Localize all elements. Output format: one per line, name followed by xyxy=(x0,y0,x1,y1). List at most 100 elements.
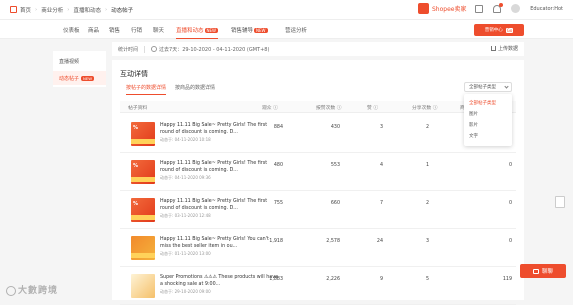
nav-tab-marketing[interactable]: 行销 xyxy=(131,26,142,34)
sale-sticker: % xyxy=(133,201,139,207)
column-header-likes-count[interactable]: 按赞次数 ⓘ xyxy=(316,104,342,111)
brand-logo[interactable]: Shopee卖家 xyxy=(418,3,466,14)
apps-icon[interactable] xyxy=(475,4,484,13)
dropdown-option-video[interactable]: 影片 xyxy=(464,119,512,130)
sidebar-item-feed-posts[interactable]: 动态帖子 NEW xyxy=(53,71,106,85)
post-type-dropdown: 全部帖子类型 图片 影片 文字 xyxy=(464,94,512,146)
nav-tab-sales[interactable]: 销售 xyxy=(109,26,120,34)
new-badge: NEW xyxy=(254,28,268,33)
promo-tag: Go xyxy=(505,27,514,33)
table-row[interactable]: % Happy 11.11 Big Sale~ Pretty Girls! Th… xyxy=(120,153,516,191)
cell-product-links: 0 xyxy=(508,163,512,168)
home-icon[interactable] xyxy=(10,6,17,13)
breadcrumb-level1[interactable]: 商业分析 xyxy=(41,6,63,14)
thumbnail-strip xyxy=(131,215,155,220)
cell-likes: 3 xyxy=(379,125,383,130)
cell-product-links: 0 xyxy=(508,239,512,244)
dropdown-option-all[interactable]: 全部帖子类型 xyxy=(464,97,512,108)
post-date: 动态于: 03-11-2020 12:48 xyxy=(160,213,211,218)
nav-tab-products[interactable]: 商品 xyxy=(88,26,99,34)
table-row[interactable]: Super Promotions ⚠⚠⚠ These products will… xyxy=(120,267,516,305)
cell-shares: 5 xyxy=(425,277,429,282)
time-filter-bar: 统计时间 过去7天：29-10-2020 - 04-11-2020 (GMT+8… xyxy=(112,42,524,56)
post-thumbnail[interactable] xyxy=(131,236,155,260)
cell-shares: 1 xyxy=(425,163,429,168)
column-header-viewers[interactable]: 观众 ⓘ xyxy=(262,104,278,111)
top-bar: 首页 › 商业分析 › 直播和动态 › 动态帖子 Shopee卖家 Educat… xyxy=(0,0,573,20)
cell-shares: 2 xyxy=(425,125,429,130)
notification-dot xyxy=(499,2,504,7)
time-label: 统计时间 xyxy=(118,46,139,53)
cell-likes-count: 2,578 xyxy=(326,239,340,244)
breadcrumb-separator: › xyxy=(35,6,38,13)
breadcrumb-level2[interactable]: 直播和动态 xyxy=(73,6,101,14)
thumbnail-strip xyxy=(131,253,155,258)
watermark-text: 大數跨境 xyxy=(18,286,59,296)
notification-bell-icon[interactable] xyxy=(493,2,504,13)
nav-tab-chat[interactable]: 聊天 xyxy=(153,26,164,34)
post-thumbnail[interactable]: % xyxy=(131,122,155,146)
cell-shares: 2 xyxy=(425,201,429,206)
breadcrumb-separator: › xyxy=(67,6,70,13)
post-thumbnail[interactable] xyxy=(131,274,155,298)
user-name[interactable]: Educator:Hot xyxy=(530,6,563,12)
post-date: 动态于: 04-11-2020 09:36 xyxy=(160,175,211,180)
table-row[interactable]: % Happy 11.11 Big Sale~ Pretty Girls! Th… xyxy=(120,191,516,229)
thumbnail-strip xyxy=(131,177,155,182)
chat-button[interactable]: 聊聊 xyxy=(520,264,566,278)
cell-product-links: 0 xyxy=(508,201,512,206)
marketing-center-button[interactable]: 营销中心 Go xyxy=(474,24,524,36)
download-icon xyxy=(490,46,496,51)
dropdown-option-text[interactable]: 文字 xyxy=(464,130,512,141)
sidebar-item-live-video[interactable]: 直播视频 xyxy=(53,54,106,68)
nav-tab-operations[interactable]: 营运分析 xyxy=(285,26,307,34)
column-header-shares[interactable]: 分享次数 ⓘ xyxy=(412,104,438,111)
nav-tab-dashboard[interactable]: 仪表板 xyxy=(63,26,80,34)
post-type-select[interactable]: 全部帖子类型 xyxy=(464,82,512,92)
cell-shares: 3 xyxy=(425,239,429,244)
cell-viewers: 1,918 xyxy=(269,239,283,244)
dropdown-option-image[interactable]: 图片 xyxy=(464,108,512,119)
new-badge: NEW xyxy=(204,28,218,33)
export-button[interactable]: 上传数据 xyxy=(490,45,518,52)
brand-name: Shopee卖家 xyxy=(432,6,467,13)
post-thumbnail[interactable]: % xyxy=(131,198,155,222)
sidebar: 直播视频 动态帖子 NEW xyxy=(53,51,106,87)
chat-bubble-icon xyxy=(532,268,539,274)
cell-viewers: 480 xyxy=(273,163,283,168)
cell-viewers: 1,883 xyxy=(269,277,283,282)
cell-viewers: 884 xyxy=(273,125,283,130)
cell-product-links: 119 xyxy=(502,277,512,282)
table-row[interactable]: % Happy 11.11 Big Sale~ Pretty Girls! Th… xyxy=(120,115,516,153)
table-row[interactable]: Happy 11.11 Big Sale~ Pretty Girls! You … xyxy=(120,229,516,267)
thumbnail-strip xyxy=(131,139,155,144)
breadcrumb: 首页 › 商业分析 › 直播和动态 › 动态帖子 xyxy=(20,6,133,14)
cell-viewers: 755 xyxy=(273,201,283,206)
page-title: 互动详情 xyxy=(120,70,148,78)
cell-likes: 24 xyxy=(376,239,383,244)
nav-tab-live-and-feed[interactable]: 直播和动态 NEW xyxy=(176,26,218,39)
export-label: 上传数据 xyxy=(497,46,518,52)
shopee-bag-icon xyxy=(418,3,429,14)
post-thumbnail[interactable]: % xyxy=(131,160,155,184)
date-range-picker[interactable]: 过去7天：29-10-2020 - 04-11-2020 (GMT+8) xyxy=(159,46,269,53)
breadcrumb-separator: › xyxy=(104,6,108,13)
watermark-logo-icon xyxy=(6,285,16,296)
nav-tab-sales-coaching[interactable]: 销售辅导 NEW xyxy=(231,26,268,34)
tab-by-product[interactable]: 按商品的数据详情 xyxy=(175,84,215,91)
clock-icon xyxy=(151,46,158,52)
main-panel: 互动详情 按帖子的数据详情 按商品的数据详情 全部帖子类型 全部帖子类型 图片 … xyxy=(112,60,524,305)
post-date: 动态于: 01-11-2020 13:00 xyxy=(160,251,211,256)
column-header-post: 帖子资料 xyxy=(128,106,148,111)
post-date: 动态于: 29-10-2020 09:00 xyxy=(160,289,211,294)
sale-sticker: % xyxy=(133,163,139,169)
tab-by-post[interactable]: 按帖子的数据详情 xyxy=(126,84,167,95)
new-badge: NEW xyxy=(81,75,95,81)
breadcrumb-home[interactable]: 首页 xyxy=(20,6,31,14)
feedback-icon[interactable] xyxy=(555,196,565,208)
cell-likes: 7 xyxy=(379,201,383,206)
cell-likes-count: 2,226 xyxy=(326,277,340,282)
column-header-likes[interactable]: 赞 ⓘ xyxy=(367,104,378,111)
table-header: 帖子资料 观众 ⓘ 按赞次数 ⓘ 赞 ⓘ 分享次数 ⓘ 商品链接 xyxy=(120,101,516,113)
avatar[interactable] xyxy=(511,4,521,13)
